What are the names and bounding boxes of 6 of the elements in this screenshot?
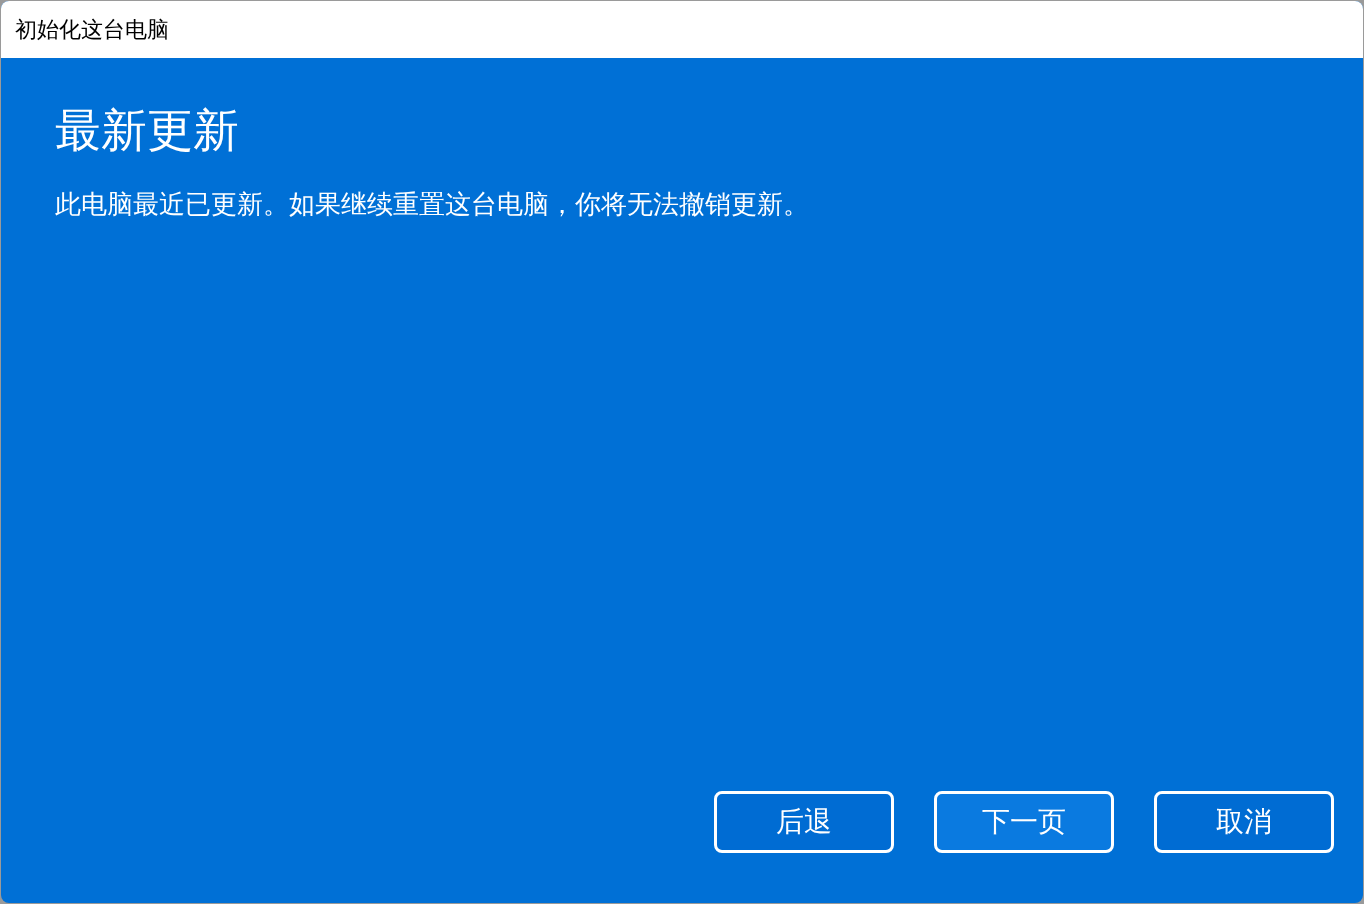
message-text: 此电脑最近已更新。如果继续重置这台电脑，你将无法撤销更新。	[55, 188, 809, 221]
dialog-button[interactable]: 下一页	[934, 791, 1114, 853]
window-title: 初始化这台电脑	[15, 16, 169, 44]
dialog-button[interactable]: 取消	[1154, 791, 1334, 853]
page-heading: 最新更新	[55, 103, 239, 158]
dialog-button[interactable]: 后退	[714, 791, 894, 853]
